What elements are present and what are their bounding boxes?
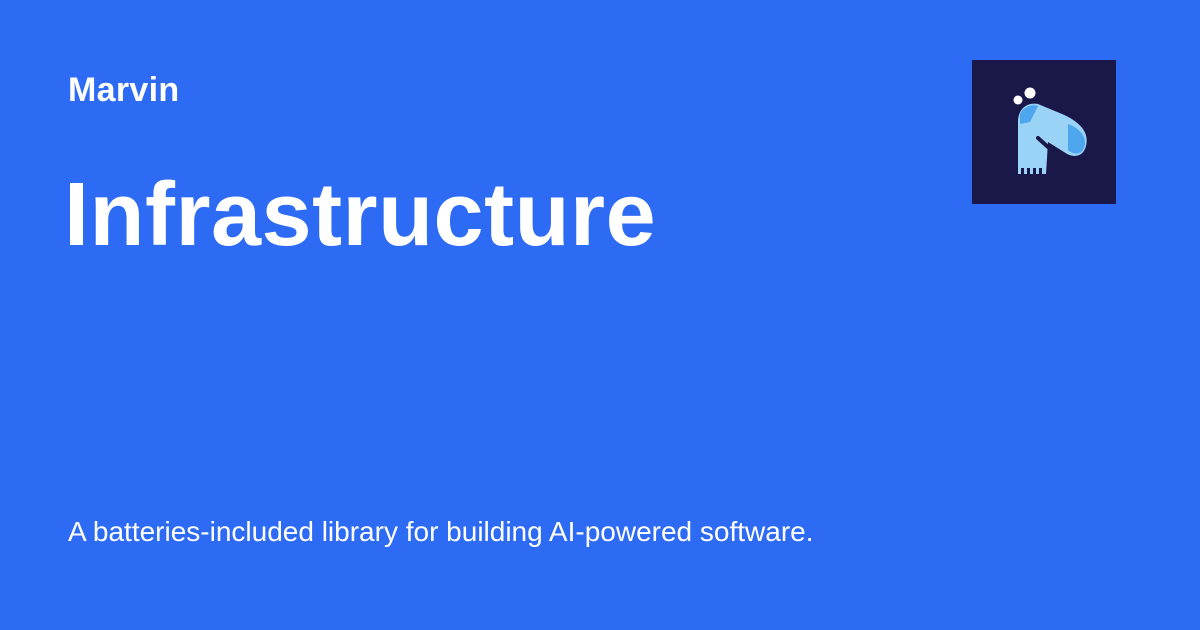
page-description: A batteries-included library for buildin…	[68, 516, 814, 547]
logo	[972, 60, 1116, 204]
marvin-robot-logo-icon	[1013, 87, 1087, 174]
logo-dot-large	[1024, 87, 1036, 99]
site-name: Marvin	[68, 71, 180, 109]
page-title: Infrastructure	[64, 165, 657, 265]
logo-dot-small	[1013, 95, 1023, 105]
social-card: Marvin Infrastructure A batteries-includ…	[0, 0, 1200, 630]
